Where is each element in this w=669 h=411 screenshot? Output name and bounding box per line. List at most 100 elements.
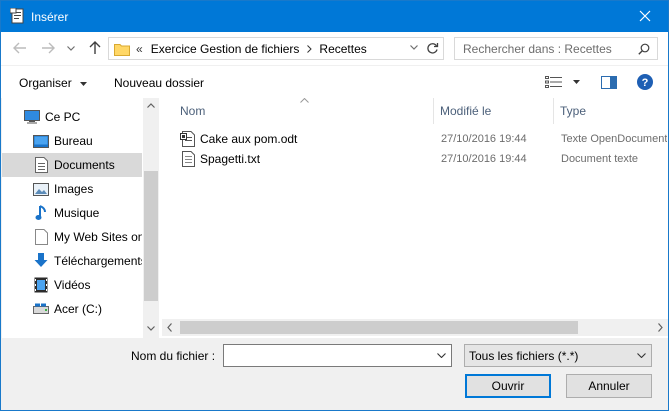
cancel-button[interactable]: Annuler [566,374,652,398]
sidebar-item-telechargements[interactable]: Téléchargements [2,249,142,273]
navigation-pane-scrollbar[interactable] [143,98,159,338]
file-row[interactable]: Spagetti.txt 27/10/2016 19:44 Document t… [180,149,668,169]
sidebar-item-images[interactable]: Images [2,177,142,201]
preview-pane-icon [601,76,617,89]
sidebar-item-label: Musique [54,206,100,220]
file-type-value: Tous les fichiers (*.*) [469,348,579,363]
sidebar-item-label: Ce PC [45,110,81,124]
filename-label: Nom du fichier : [131,349,216,363]
organize-label: Organiser [19,76,72,90]
sidebar-item-label: Téléchargements [54,254,142,268]
search-icon [638,43,650,55]
caret-down-icon [80,81,88,86]
odt-document-icon [180,131,196,147]
sidebar-item-videos[interactable]: Vidéos [2,273,142,297]
address-bar[interactable]: « Exercice Gestion de fichiers Recettes [108,37,444,60]
column-divider[interactable] [553,98,554,124]
file-type-select[interactable]: Tous les fichiers (*.*) [464,344,652,367]
preview-pane-button[interactable] [601,76,617,89]
breadcrumb-separator-icon [307,44,313,53]
browser-area: Ce PC Bureau Documents Images Musique My… [2,98,668,338]
breadcrumb-item-parent[interactable]: Exercice Gestion de fichiers [151,42,300,56]
file-type: Document texte [561,153,639,165]
sidebar-item-label: Vidéos [54,278,91,292]
open-button[interactable]: Ouvrir [465,374,551,398]
close-icon [639,10,651,22]
downloads-icon [33,253,49,269]
breadcrumb-overflow[interactable]: « [136,42,143,56]
arrow-left-icon [13,42,26,54]
sidebar-item-ce-pc[interactable]: Ce PC [2,105,142,129]
scroll-left-icon [167,323,172,332]
sidebar-item-label: Images [54,182,94,196]
sidebar-item-musique[interactable]: Musique [2,201,142,225]
column-header-modified[interactable]: Modifié le [440,98,491,124]
column-header-type[interactable]: Type [560,98,586,124]
web-sites-icon [33,229,49,245]
sidebar-item-acer-c[interactable]: Acer (C:) [2,297,142,321]
file-name: Cake aux pom.odt [200,132,298,146]
up-button[interactable] [86,39,104,57]
music-icon [33,205,49,221]
refresh-button[interactable] [426,42,439,55]
scroll-right-icon [658,323,663,332]
drive-icon [33,301,49,317]
column-divider[interactable] [433,98,434,124]
file-type-dropdown-button[interactable] [637,353,646,358]
organize-menu-button[interactable]: Organiser [19,76,88,90]
desktop-icon [33,133,49,149]
file-modified: 27/10/2016 19:44 [441,133,527,145]
search-box[interactable] [454,37,658,60]
file-name: Spagetti.txt [200,152,261,166]
scroll-down-icon [147,326,155,331]
sort-ascending-icon [300,98,309,103]
close-button[interactable] [630,5,660,27]
column-header-name[interactable]: Nom [180,98,205,124]
computer-icon [24,109,40,125]
filename-field[interactable] [223,344,452,367]
sidebar-item-bureau[interactable]: Bureau [2,129,142,153]
back-button[interactable] [11,39,29,57]
command-toolbar: Organiser Nouveau dossier ? [1,65,668,98]
refresh-icon [427,43,439,54]
file-list-horizontal-scrollbar[interactable] [162,319,668,336]
scrollbar-thumb[interactable] [144,171,158,301]
chevron-down-icon [437,353,446,358]
window-title: Insérer [31,10,69,24]
address-dropdown-button[interactable] [410,45,418,50]
file-modified: 27/10/2016 19:44 [441,153,527,165]
svg-text:?: ? [642,77,649,89]
help-icon: ? [637,74,653,90]
arrow-up-icon [89,41,101,54]
dialog-footer: Nom du fichier : Tous les fichiers (*.*)… [1,338,668,410]
file-list: Nom Modifié le Type Cake aux pom.odt 27/… [162,98,668,338]
sidebar-item-label: My Web Sites on [54,230,142,244]
chevron-down-icon [410,45,418,50]
documents-icon [33,157,49,173]
recent-locations-button[interactable] [65,39,77,57]
view-options-button[interactable] [545,75,580,89]
breadcrumb-item-current[interactable]: Recettes [319,42,366,56]
arrow-right-icon [42,42,55,54]
videos-icon [33,277,49,293]
help-button[interactable]: ? [637,74,653,90]
insert-document-icon [9,7,26,24]
file-row[interactable]: Cake aux pom.odt 27/10/2016 19:44 Texte … [180,129,668,149]
sidebar-item-label: Documents [54,158,115,172]
file-type: Texte OpenDocument [561,133,667,145]
sidebar-item-label: Bureau [54,134,93,148]
filename-dropdown-button[interactable] [437,353,446,358]
filename-input[interactable] [228,345,433,366]
forward-button[interactable] [39,39,57,57]
text-document-icon [180,151,196,167]
title-bar[interactable]: Insérer [1,1,668,32]
sidebar-item-documents[interactable]: Documents [2,153,142,177]
scroll-up-icon [147,103,155,108]
insert-dialog: Insérer « Exercice Gestion de fichiers R… [0,0,669,411]
folder-icon [114,41,130,57]
caret-down-icon [573,80,580,84]
scrollbar-thumb[interactable] [180,321,578,334]
search-input[interactable] [463,38,641,59]
sidebar-item-my-web-sites[interactable]: My Web Sites on [2,225,142,249]
new-folder-button[interactable]: Nouveau dossier [114,76,204,90]
